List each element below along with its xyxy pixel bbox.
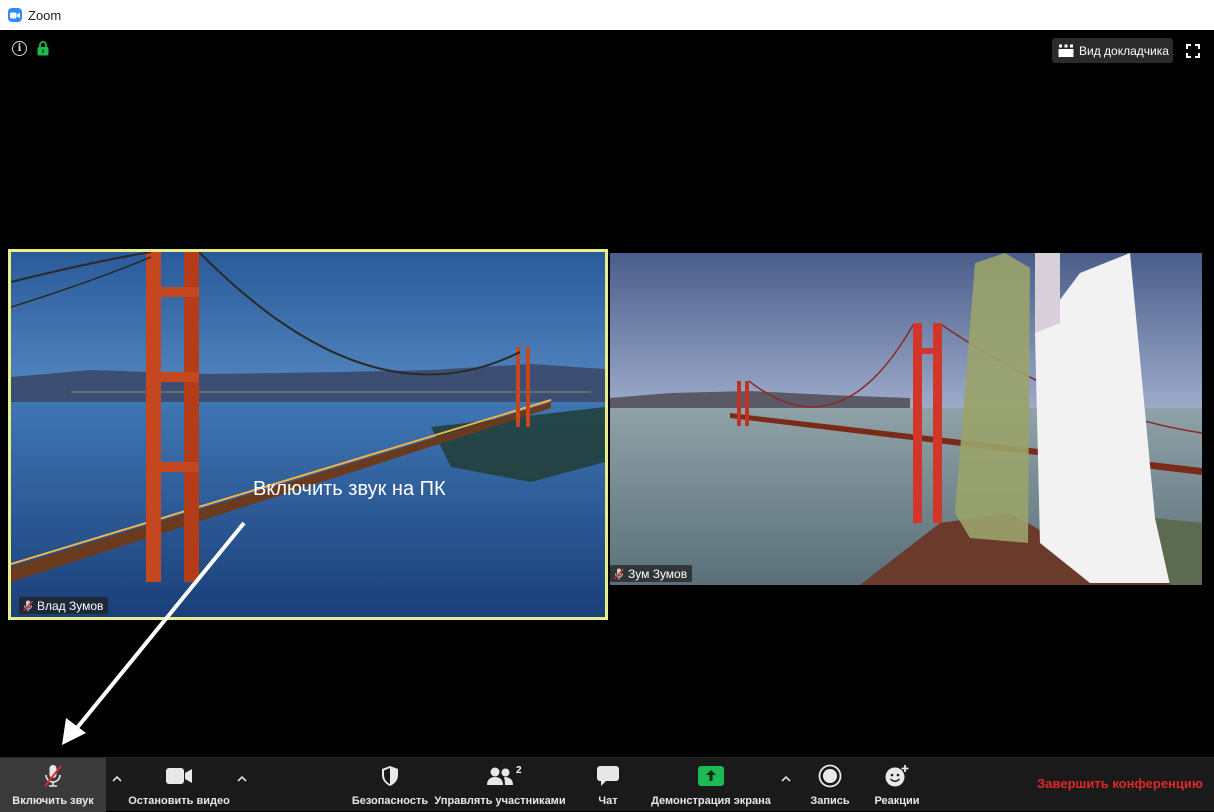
video-tile-participant-2[interactable]: Зум Зумов xyxy=(610,253,1202,585)
reactions-button[interactable]: Реакции xyxy=(868,758,926,812)
record-button[interactable]: Запись xyxy=(804,758,856,812)
muted-mic-icon xyxy=(614,567,624,580)
shield-icon xyxy=(382,766,398,786)
add-reaction-icon xyxy=(885,765,909,787)
video-feed-image xyxy=(11,252,605,617)
zoom-app-icon xyxy=(8,8,22,22)
video-options-chevron-up-icon[interactable] xyxy=(235,772,249,786)
annotation-text: Включить звук на ПК xyxy=(253,478,446,500)
chat-label: Чат xyxy=(598,795,618,807)
manage-participants-label: Управлять участниками xyxy=(434,795,566,807)
audio-options-chevron-up-icon[interactable] xyxy=(110,772,124,786)
share-screen-button[interactable]: Демонстрация экрана xyxy=(648,758,774,812)
participants-icon xyxy=(487,767,513,785)
unmute-audio-label: Включить звук xyxy=(12,795,94,807)
speaker-view-label: Вид докладчика xyxy=(1079,43,1169,58)
end-meeting-button[interactable]: Завершить конференцию xyxy=(1037,776,1203,791)
speaker-view-button[interactable]: Вид докладчика xyxy=(1052,38,1173,63)
manage-participants-button[interactable]: Управлять участниками xyxy=(432,758,568,812)
window-title: Zoom xyxy=(28,7,62,23)
meeting-toolbar: Включить звук Остановить видео Безопасно… xyxy=(0,757,1214,812)
video-camera-icon xyxy=(166,768,192,784)
meeting-status-icons: i xyxy=(12,41,49,56)
security-button[interactable]: Безопасность xyxy=(350,758,430,812)
security-label: Безопасность xyxy=(351,795,429,807)
stop-video-button[interactable]: Остановить видео xyxy=(126,758,232,812)
participant-name: Зум Зумов xyxy=(628,566,688,581)
window-titlebar: Zoom xyxy=(0,0,1214,30)
participant-name-tag: Влад Зумов xyxy=(19,597,109,614)
muted-mic-icon xyxy=(44,765,62,787)
stop-video-label: Остановить видео xyxy=(128,795,230,807)
video-feed-image xyxy=(610,253,1202,585)
info-icon[interactable]: i xyxy=(12,41,27,56)
muted-mic-icon xyxy=(23,599,33,612)
reactions-label: Реакции xyxy=(874,795,920,807)
lock-icon[interactable] xyxy=(37,41,49,56)
share-screen-icon xyxy=(698,766,724,786)
fullscreen-icon[interactable] xyxy=(1186,44,1200,58)
chat-button[interactable]: Чат xyxy=(583,758,633,812)
meeting-stage: i Вид докладчика Влад Зумов Зум Зумов xyxy=(0,30,1214,757)
share-options-chevron-up-icon[interactable] xyxy=(779,772,793,786)
speaker-view-icon xyxy=(1058,44,1074,57)
record-icon xyxy=(818,764,842,788)
unmute-audio-button[interactable]: Включить звук xyxy=(0,758,106,812)
participant-name-tag: Зум Зумов xyxy=(610,565,693,582)
record-label: Запись xyxy=(810,795,850,807)
share-screen-label: Демонстрация экрана xyxy=(651,795,771,807)
chat-bubble-icon xyxy=(597,766,619,786)
participants-count-badge: 2 xyxy=(516,765,522,776)
participant-name: Влад Зумов xyxy=(37,598,104,613)
video-tile-participant-1[interactable]: Влад Зумов xyxy=(8,249,608,620)
